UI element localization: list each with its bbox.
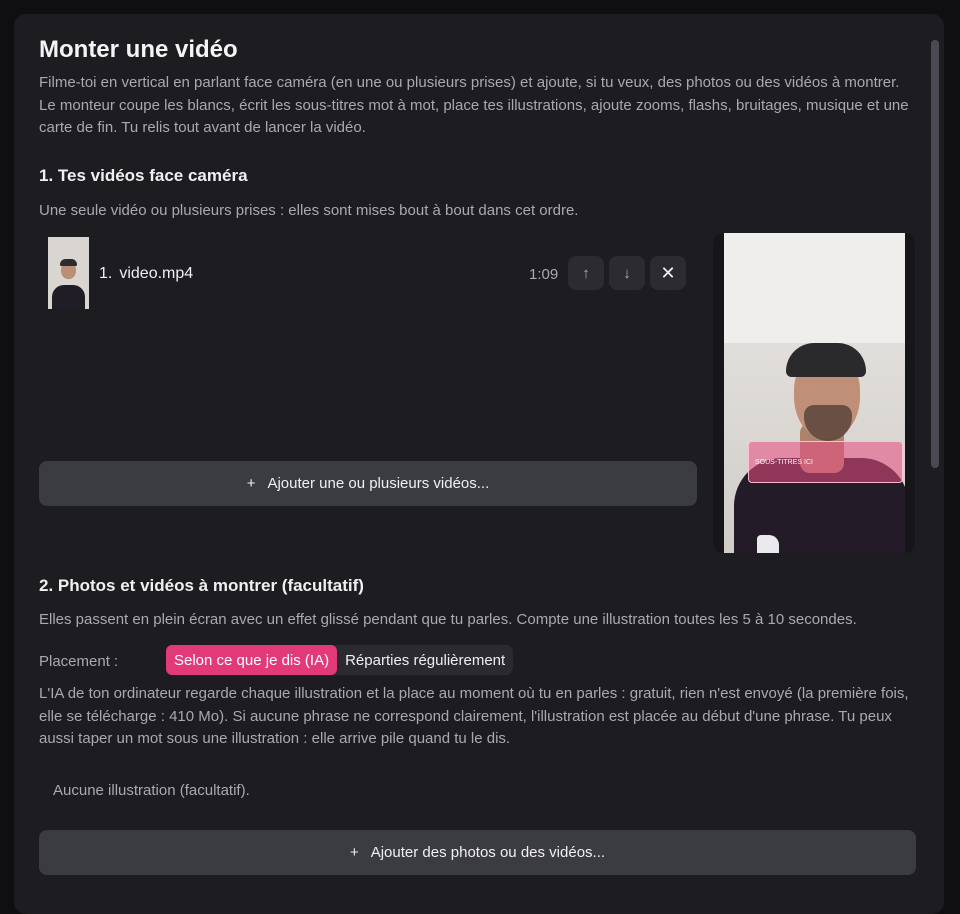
shirt-logo — [757, 535, 779, 553]
move-up-button[interactable]: ↑ — [568, 256, 604, 290]
empty-illustrations-text: Aucune illustration (facultatif). — [53, 782, 250, 799]
placement-toggle: Selon ce que je dis (IA) Réparties régul… — [166, 645, 514, 675]
intro-text: Filme-toi en vertical en parlant face ca… — [39, 74, 909, 136]
video-name: 1. video.mp4 — [99, 265, 193, 283]
section-1-title: 1. Tes vidéos face caméra — [39, 166, 248, 185]
page-title: Monter une vidéo — [39, 36, 238, 63]
subtitle-zone[interactable]: SOUS-TITRES ICI — [748, 441, 903, 483]
section-2-title: 2. Photos et vidéos à montrer (facultati… — [39, 576, 364, 595]
arrow-down-icon: ↓ — [623, 264, 631, 282]
ai-explanation: L'IA de ton ordinateur regarde chaque il… — [39, 685, 909, 747]
add-media-label: Ajouter des photos ou des vidéos... — [370, 844, 606, 861]
add-videos-label: Ajouter une ou plusieurs vidéos... — [267, 475, 490, 492]
video-filename: video.mp4 — [119, 265, 194, 282]
placement-control: Placement : Selon ce que je dis (IA) Rép… — [39, 645, 539, 675]
subtitle-placeholder: SOUS-TITRES ICI — [755, 458, 813, 466]
add-media-button[interactable]: + Ajouter des photos ou des vidéos... — [39, 830, 916, 875]
video-duration: 1:09 — [529, 266, 559, 283]
plus-icon: + — [349, 844, 359, 861]
video-list-item: 1. video.mp4 1:09 ↑ ↓ ✕ — [48, 237, 688, 309]
move-down-button[interactable]: ↓ — [609, 256, 645, 290]
plus-icon: + — [246, 475, 256, 492]
video-preview: SOUS-TITRES ICI — [713, 233, 915, 553]
close-icon: ✕ — [660, 262, 676, 283]
section-1-description: Une seule vidéo ou plusieurs prises : el… — [39, 202, 579, 219]
scrollbar[interactable] — [931, 40, 939, 468]
remove-video-button[interactable]: ✕ — [650, 256, 686, 290]
preview-frame: SOUS-TITRES ICI — [724, 233, 905, 553]
video-index: 1. — [99, 265, 113, 282]
placement-label: Placement : — [39, 653, 119, 670]
video-thumbnail — [48, 237, 89, 309]
add-videos-button[interactable]: + Ajouter une ou plusieurs vidéos... — [39, 461, 697, 506]
placement-option-ai[interactable]: Selon ce que je dis (IA) — [166, 645, 338, 675]
section-2-description: Elles passent en plein écran avec un eff… — [39, 611, 857, 628]
placement-option-regular[interactable]: Réparties régulièrement — [337, 645, 513, 675]
arrow-up-icon: ↑ — [582, 264, 590, 282]
